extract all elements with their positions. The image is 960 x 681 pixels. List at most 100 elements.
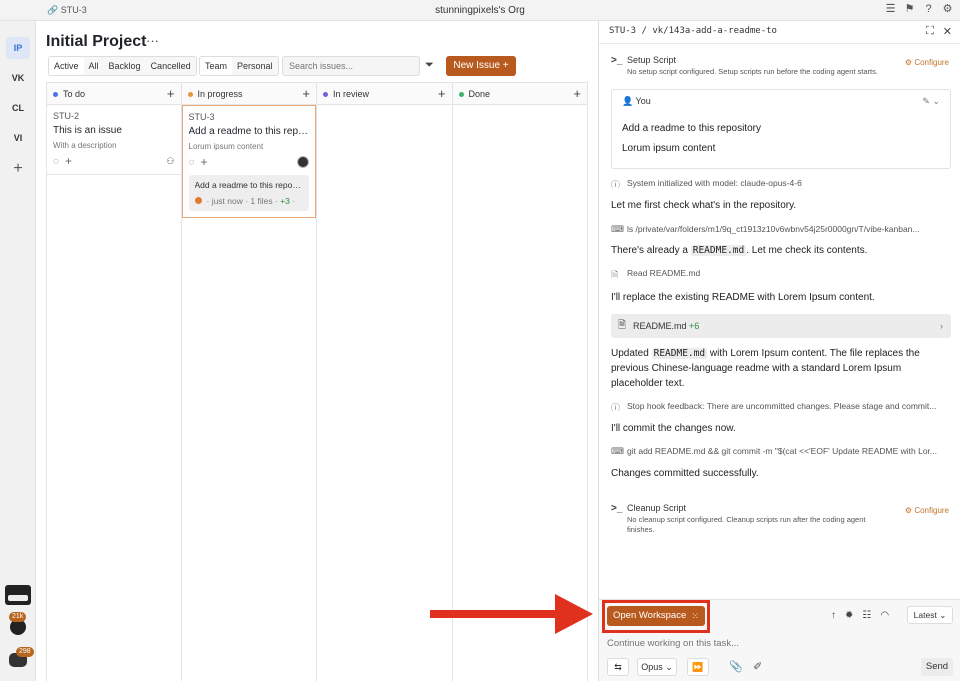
column-title: In progress — [197, 89, 243, 99]
chevron-right-icon[interactable]: › — [940, 314, 943, 338]
system-info: ⓘ System initialized with model: claude-… — [611, 178, 951, 188]
scope-personal[interactable]: Personal — [232, 57, 278, 75]
expand-icon[interactable]: ⛶ — [926, 25, 934, 38]
user-avatar[interactable] — [5, 585, 31, 605]
send-button[interactable]: Send — [921, 658, 953, 676]
filter-funnel-icon[interactable]: ⏷ — [425, 59, 434, 72]
filter-active[interactable]: Active — [49, 57, 84, 75]
github-stars-badge: 21k — [9, 612, 27, 622]
assistant-message: Updated README.md with Lorem Ipsum conte… — [611, 346, 951, 391]
column-title: To do — [63, 89, 86, 99]
add-issue-icon[interactable]: + — [573, 83, 581, 105]
configure-label: Configure — [914, 58, 949, 67]
terminal-icon: >_ — [611, 55, 623, 66]
column-header: To do + — [47, 83, 181, 105]
cleanup-script: >_ Cleanup Script No cleanup script conf… — [611, 503, 951, 535]
attempt-meta: · just now · 1 files · +3 · — [194, 196, 304, 206]
brush-icon[interactable]: ✐ — [753, 660, 762, 673]
project-title: Initial Project — [46, 33, 147, 50]
add-icon[interactable]: + — [65, 154, 72, 168]
tool-command[interactable]: ⌨ ls /private/var/folders/m1/9q_ct1913z1… — [611, 224, 951, 234]
top-bar: stunningpixels's Org 🔗 STU-3 ☰ ⚑ ? ⚙ — [0, 0, 960, 21]
org-name: stunningpixels's Org — [435, 5, 525, 16]
fast-forward-icon[interactable]: ⏩ — [687, 658, 709, 676]
cleanup-script-desc: No cleanup script configured. Cleanup sc… — [627, 515, 866, 534]
help-icon[interactable]: ? — [922, 3, 935, 16]
rail-project-vk[interactable]: VK — [6, 67, 30, 89]
settings-sliders-icon[interactable]: ⇆ — [607, 658, 629, 676]
info-icon: ⓘ — [611, 403, 621, 411]
diff-lines-added: +6 — [689, 321, 700, 331]
tool-read[interactable]: 🗎 Read README.md — [611, 268, 951, 278]
tool-command[interactable]: ⌨ git add README.md && git commit -m "$(… — [611, 446, 951, 456]
loading-icon: ◠ — [880, 610, 890, 621]
project-menu-icon[interactable]: ··· — [146, 33, 159, 48]
close-icon[interactable]: ✕ — [943, 25, 952, 38]
search-issues-input[interactable] — [282, 56, 420, 76]
filter-cancelled[interactable]: Cancelled — [146, 57, 196, 75]
scope-filter: Team Personal — [199, 56, 279, 76]
issue-card[interactable]: STU-2 This is an issue With a descriptio… — [47, 105, 181, 175]
rail-project-cl[interactable]: CL — [6, 97, 30, 119]
panel-title: STU-3 / vk/143a-add-a-readme-to — [609, 26, 777, 36]
rail-project-ip[interactable]: IP — [6, 37, 30, 59]
column-header: In review + — [317, 83, 452, 105]
system-info-text: System initialized with model: claude-op… — [627, 178, 802, 188]
filter-backlog[interactable]: Backlog — [104, 57, 146, 75]
add-icon[interactable]: + — [201, 155, 208, 169]
conversation-log: >_ Setup Script No setup script configur… — [611, 51, 951, 535]
column-header: Done + — [452, 83, 587, 105]
issue-title: Add a readme to this repository — [188, 126, 310, 137]
rail-project-vi[interactable]: VI — [6, 127, 30, 149]
column-header: In progress + — [181, 83, 316, 105]
flag-icon[interactable]: ⚑ — [903, 3, 916, 16]
edit-icon[interactable]: ✎ ⌄ — [922, 96, 940, 107]
diff-file-name: README.md — [633, 321, 687, 331]
command-text: git add README.md && git commit -m "$(ca… — [627, 446, 938, 456]
add-issue-icon[interactable]: + — [438, 83, 446, 105]
composer: Open Workspace ⁙ ↑ ✹ ☷ ◠ Latest ⌄ ⇆ Opus… — [599, 599, 960, 681]
status-circle-icon[interactable]: ◌ — [189, 157, 195, 168]
breadcrumb-issue[interactable]: STU-3 — [61, 5, 87, 15]
settings-icon[interactable]: ⚙ — [941, 3, 954, 16]
list-icon[interactable]: ☷ — [862, 610, 871, 621]
continue-input[interactable] — [607, 638, 907, 649]
terminal-icon: ⌨ — [611, 446, 624, 456]
inline-code: README.md — [690, 245, 747, 256]
new-issue-button[interactable]: New Issue + — [446, 56, 516, 76]
status-dot — [187, 92, 193, 97]
status-dot — [323, 92, 328, 97]
assistant-message: Changes committed successfully. — [611, 468, 759, 479]
assignee-avatar[interactable] — [297, 156, 309, 168]
configure-cleanup-link[interactable]: ⚙ Configure — [905, 506, 949, 515]
model-select[interactable]: Opus ⌄ — [637, 658, 677, 676]
assignee-icon[interactable]: ⚇ — [166, 156, 174, 167]
message-text: There's already a — [611, 245, 688, 256]
issue-id: STU-3 — [188, 112, 215, 122]
attempt-meta-text: · just now · 1 files · — [206, 196, 278, 206]
configure-label: Configure — [914, 506, 949, 515]
user-message-line: Lorum ipsum content — [622, 143, 716, 154]
latest-dropdown[interactable]: Latest ⌄ — [907, 606, 953, 624]
breadcrumb[interactable]: 🔗 STU-3 — [47, 5, 87, 16]
menu-icon[interactable]: ☰ — [884, 3, 897, 16]
terminal-icon: >_ — [611, 503, 623, 514]
workspace-attempt[interactable]: Add a readme to this repository · just n… — [188, 175, 309, 211]
arrow-up-icon[interactable]: ↑ — [831, 610, 836, 621]
read-text: Read README.md — [627, 268, 701, 278]
sparkle-icon[interactable]: ✹ — [845, 610, 853, 621]
filter-all[interactable]: All — [84, 57, 104, 75]
issue-card-selected[interactable]: STU-3 Add a readme to this repository Lo… — [181, 105, 316, 218]
add-issue-icon[interactable]: + — [167, 83, 175, 105]
attempt-title: Add a readme to this repository — [194, 180, 304, 190]
add-issue-icon[interactable]: + — [302, 83, 310, 105]
assistant-message: I'll commit the changes now. — [611, 423, 736, 434]
attach-icon[interactable]: 📎 — [729, 660, 743, 673]
status-dot — [458, 92, 464, 97]
scope-team[interactable]: Team — [200, 57, 233, 75]
assistant-message: Let me first check what's in the reposit… — [611, 200, 797, 211]
configure-setup-link[interactable]: ⚙ Configure — [905, 58, 949, 67]
status-circle-icon[interactable]: ◌ — [53, 156, 59, 167]
file-diff-bar[interactable]: 🗎 README.md +6 › — [611, 314, 951, 338]
add-project-icon[interactable]: + — [6, 158, 30, 180]
